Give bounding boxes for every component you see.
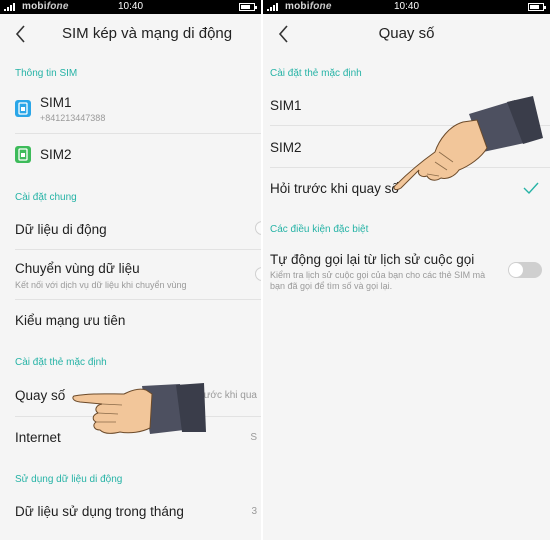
battery-icon: [239, 3, 257, 11]
option-ask-before-dial[interactable]: Hỏi trước khi quay số: [270, 167, 550, 207]
screens: mobifone 10:40 SIM kép và mạng di động T…: [0, 0, 550, 540]
option-ask-label: Hỏi trước khi quay số: [270, 181, 399, 196]
status-time: 10:40: [117, 1, 144, 12]
monthly-usage-value: 3: [251, 506, 257, 517]
status-bar: mobifone 10:40: [263, 0, 550, 14]
check-icon: [523, 182, 539, 195]
app-bar: SIM kép và mạng di động: [0, 14, 261, 54]
page-title: SIM kép và mạng di động: [62, 25, 233, 42]
preferred-network-label: Kiểu mạng ưu tiên: [15, 313, 126, 328]
sim1-label: SIM1: [40, 95, 72, 110]
mobile-data-item[interactable]: Dữ liệu di động: [15, 208, 261, 249]
app-bar: Quay số: [263, 14, 550, 54]
internet-value: S: [250, 432, 257, 443]
signal-icon: [267, 3, 278, 11]
section-default-card: Cài đặt thẻ mặc định: [15, 357, 107, 368]
status-time: 10:40: [393, 1, 420, 12]
internet-item[interactable]: Internet S: [15, 416, 261, 458]
sim1-number: +841213447388: [40, 113, 106, 123]
signal-icon: [4, 3, 15, 11]
auto-redial-label: Tự động gọi lại từ lịch sử cuộc gọi: [270, 252, 475, 267]
option-sim1-label: SIM1: [270, 98, 302, 113]
auto-redial-sub-line2: bạn đã gọi để tìm số và gọi lại.: [270, 281, 393, 291]
section-sim-info: Thông tin SIM: [15, 68, 78, 79]
data-roaming-label: Chuyển vùng dữ liệu: [15, 261, 140, 276]
section-general: Cài đặt chung: [15, 192, 77, 203]
carrier-logo: mobifone: [22, 1, 69, 12]
carrier-logo: mobifone: [285, 1, 332, 12]
sim1-item[interactable]: SIM1 +841213447388: [15, 86, 261, 133]
battery-icon: [528, 3, 546, 11]
data-roaming-item[interactable]: Chuyển vùng dữ liệu Kết nối với dịch vụ …: [15, 249, 261, 299]
dual-sim-screen: mobifone 10:40 SIM kép và mạng di động T…: [0, 0, 261, 540]
dial-settings-screen: mobifone 10:40 Quay số Cài đặt thẻ mặc đ…: [263, 0, 550, 540]
option-sim1[interactable]: SIM1: [270, 84, 550, 125]
dial-value: ước khi qua: [203, 390, 257, 401]
monthly-usage-item[interactable]: Dữ liệu sử dụng trong tháng 3: [15, 490, 261, 532]
mobile-data-label: Dữ liệu di động: [15, 222, 107, 237]
section-mobile-data-usage: Sử dụng dữ liệu di động: [15, 474, 123, 485]
chevron-left-icon: [15, 25, 25, 43]
option-sim2-label: SIM2: [270, 140, 302, 155]
internet-label: Internet: [15, 430, 61, 445]
sim2-label: SIM2: [40, 147, 72, 162]
status-bar: mobifone 10:40: [0, 0, 261, 14]
auto-redial-toggle[interactable]: [508, 262, 542, 278]
sim-card-icon: [15, 146, 31, 163]
auto-redial-sub-line1: Kiểm tra lịch sử cuộc gọi của bạn cho cá…: [270, 270, 486, 280]
data-roaming-sub: Kết nối với dịch vụ dữ liệu khi chuyển v…: [15, 280, 187, 290]
sim2-item[interactable]: SIM2: [15, 133, 261, 175]
dial-label: Quay số: [15, 388, 66, 403]
option-sim2[interactable]: SIM2: [270, 125, 550, 167]
preferred-network-item[interactable]: Kiểu mạng ưu tiên: [15, 299, 261, 341]
auto-redial-item[interactable]: Tự động gọi lại từ lịch sử cuộc gọi Kiểm…: [270, 242, 550, 302]
section-special: Các điều kiện đặc biệt: [270, 224, 369, 235]
monthly-usage-label: Dữ liệu sử dụng trong tháng: [15, 504, 184, 519]
page-title: Quay số: [378, 25, 435, 42]
sim-card-icon: [15, 100, 31, 117]
dial-item[interactable]: Quay số ước khi qua: [15, 375, 261, 416]
section-default-card: Cài đặt thẻ mặc định: [270, 68, 362, 79]
back-button[interactable]: [12, 23, 32, 45]
